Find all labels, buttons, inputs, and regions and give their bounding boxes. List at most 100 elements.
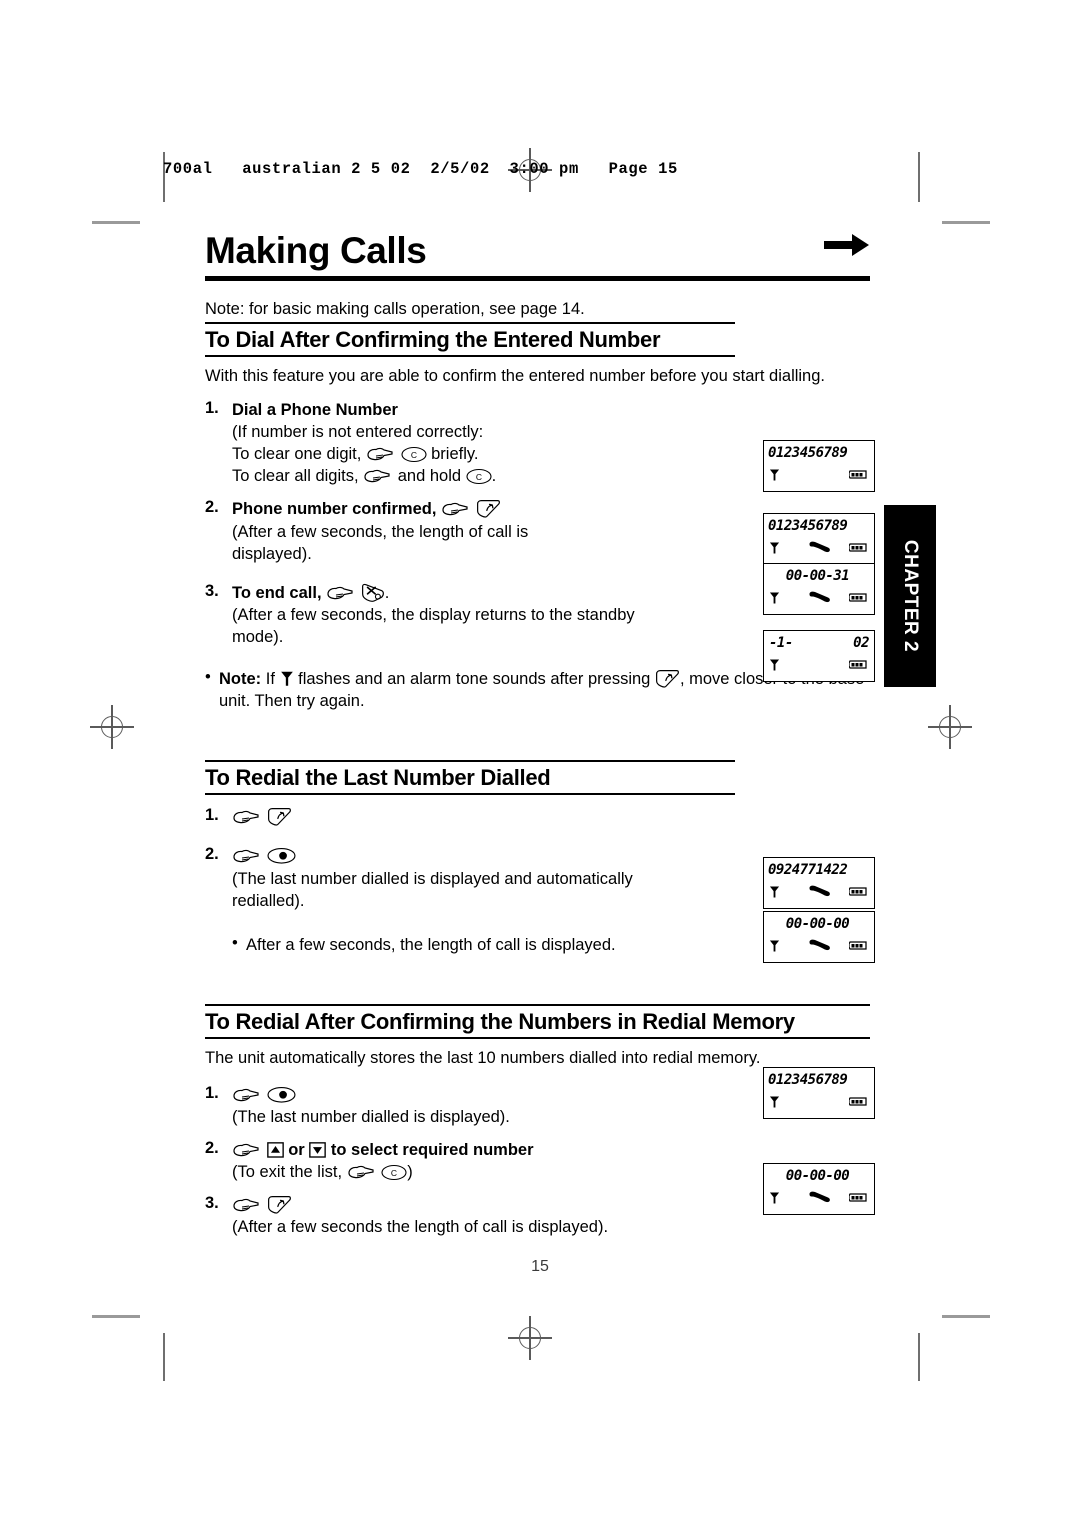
up-arrow-key-icon [266, 1142, 284, 1158]
registration-mark-bottom [508, 1316, 552, 1360]
lcd-digits-left: -1- [769, 635, 793, 651]
lcd-status-bar [764, 1096, 874, 1114]
battery-icon [848, 938, 869, 956]
memory-exit-prefix: (To exit the list, [232, 1162, 343, 1181]
redial-key-icon [267, 847, 296, 865]
lcd-display-7: 0123456789 [763, 1067, 875, 1119]
step-text [232, 806, 292, 828]
antenna-icon [769, 591, 780, 610]
bullet-dot: • [205, 668, 211, 687]
memory-step-2-or: or [288, 1140, 305, 1159]
handset-in-use-icon [808, 590, 832, 608]
right-arrow-icon [824, 232, 870, 263]
talk-key-icon [267, 1195, 292, 1214]
redial-key-icon [267, 1086, 296, 1104]
lcd-display-2: 0123456789 [763, 513, 875, 565]
pointing-hand-icon [232, 1196, 262, 1214]
antenna-icon [769, 541, 780, 560]
pointing-hand-icon [232, 808, 262, 826]
redial-step-2-line-2: redialled). [232, 891, 305, 910]
bullet-dot: • [232, 933, 238, 952]
crop-mark-bottom-left-horizontal [92, 1315, 140, 1318]
registration-mark-right [928, 705, 972, 749]
pointing-hand-icon [363, 467, 393, 485]
pointing-hand-icon [232, 1086, 262, 1104]
step-2-line-2: displayed). [232, 544, 312, 563]
handset-in-use-icon [808, 1190, 832, 1208]
step-text: (The last number dialled is displayed an… [232, 845, 633, 911]
step-number: 2. [205, 1138, 219, 1157]
lcd-display-6: 00-00-00 [763, 911, 875, 963]
svg-text:C: C [476, 472, 482, 482]
lcd-status-bar [764, 659, 874, 677]
registration-mark-left [90, 705, 134, 749]
svg-text:C: C [391, 1168, 397, 1178]
step-2-label: Phone number confirmed, [232, 500, 437, 519]
lcd-status-bar [764, 541, 874, 560]
lcd-display-1: 0123456789 [763, 440, 875, 492]
lcd-digits: 0123456789 [768, 1072, 848, 1088]
lcd-split-row: -1- 02 [764, 635, 874, 651]
talk-key-icon [267, 807, 292, 826]
intro-note: Note: for basic making calls operation, … [205, 300, 585, 318]
lcd-digits: 0924771422 [768, 862, 848, 878]
lcd-display-3: 00-00-31 [763, 563, 875, 615]
step-text: To end call, . (After a few seconds, the… [232, 583, 635, 647]
step-text: Phone number confirmed, (After a few sec… [232, 498, 528, 564]
step-1-clear-one-suffix: briefly. [431, 445, 479, 464]
step-1-clear-all-mid: and hold [397, 467, 462, 486]
battery-icon [848, 657, 869, 675]
chapter-tab: CHAPTER 2 [884, 505, 936, 687]
step-text: Dial a Phone Number (If number is not en… [232, 399, 496, 487]
antenna-icon [769, 1191, 780, 1210]
battery-icon [848, 1190, 869, 1208]
section-heading-redial-last-number: To Redial the Last Number Dialled [205, 760, 735, 796]
lcd-status-bar [764, 591, 874, 610]
step-3-label: To end call, [232, 583, 322, 602]
battery-icon [848, 540, 869, 558]
memory-exit-suffix: ) [407, 1162, 413, 1181]
step-2-line-1: (After a few seconds, the length of call… [232, 522, 529, 541]
svg-text:C: C [410, 450, 416, 460]
section-1-intro: With this feature you are able to confir… [205, 367, 825, 386]
antenna-icon [769, 885, 780, 904]
antenna-icon [769, 1095, 780, 1114]
antenna-icon [769, 658, 780, 677]
lcd-display-4: -1- 02 [763, 630, 875, 682]
pointing-hand-icon [366, 445, 396, 463]
memory-step-1-line-1: (The last number dialled is displayed). [232, 1107, 510, 1126]
crop-mark-top-left-horizontal [92, 221, 140, 224]
memory-step-3-line-1: (After a few seconds the length of call … [232, 1218, 609, 1237]
handset-in-use-icon [808, 540, 832, 558]
battery-icon [848, 590, 869, 608]
page-title-row: Making Calls [205, 232, 870, 269]
talk-key-icon [476, 499, 501, 518]
crop-mark-bottom-left-vertical [163, 1333, 165, 1381]
page-title: Making Calls [205, 230, 427, 271]
step-1-clear-all-prefix: To clear all digits, [232, 467, 359, 486]
step-text: (The last number dialled is displayed). [232, 1084, 510, 1128]
title-underline [205, 276, 870, 281]
pointing-hand-icon [347, 1163, 377, 1181]
end-call-key-icon [361, 583, 385, 602]
lcd-digits: 00-00-00 [785, 1168, 850, 1184]
step-number: 3. [205, 1194, 219, 1213]
step-number: 1. [205, 1083, 219, 1102]
talk-key-icon [655, 669, 680, 688]
step-number: 2. [205, 498, 219, 517]
lcd-digits: 0123456789 [768, 445, 848, 461]
chapter-tab-label: CHAPTER 2 [900, 539, 921, 653]
page-number: 15 [531, 1258, 549, 1275]
redial-step-1: 1. [205, 806, 870, 828]
step-number: 1. [205, 806, 219, 825]
lcd-display-8: 00-00-00 [763, 1163, 875, 1215]
lcd-digits: 00-00-00 [785, 916, 850, 932]
step-1-line-1: (If number is not entered correctly: [232, 423, 484, 442]
pointing-hand-icon [232, 847, 262, 865]
crop-mark-bottom-right-horizontal [942, 1315, 990, 1318]
step-number: 2. [205, 845, 219, 864]
step-text: (After a few seconds the length of call … [232, 1194, 608, 1238]
lcd-status-bar [764, 469, 874, 487]
step-1-clear-all-suffix: . [491, 467, 497, 486]
section-heading-redial-memory: To Redial After Confirming the Numbers i… [205, 1003, 870, 1039]
